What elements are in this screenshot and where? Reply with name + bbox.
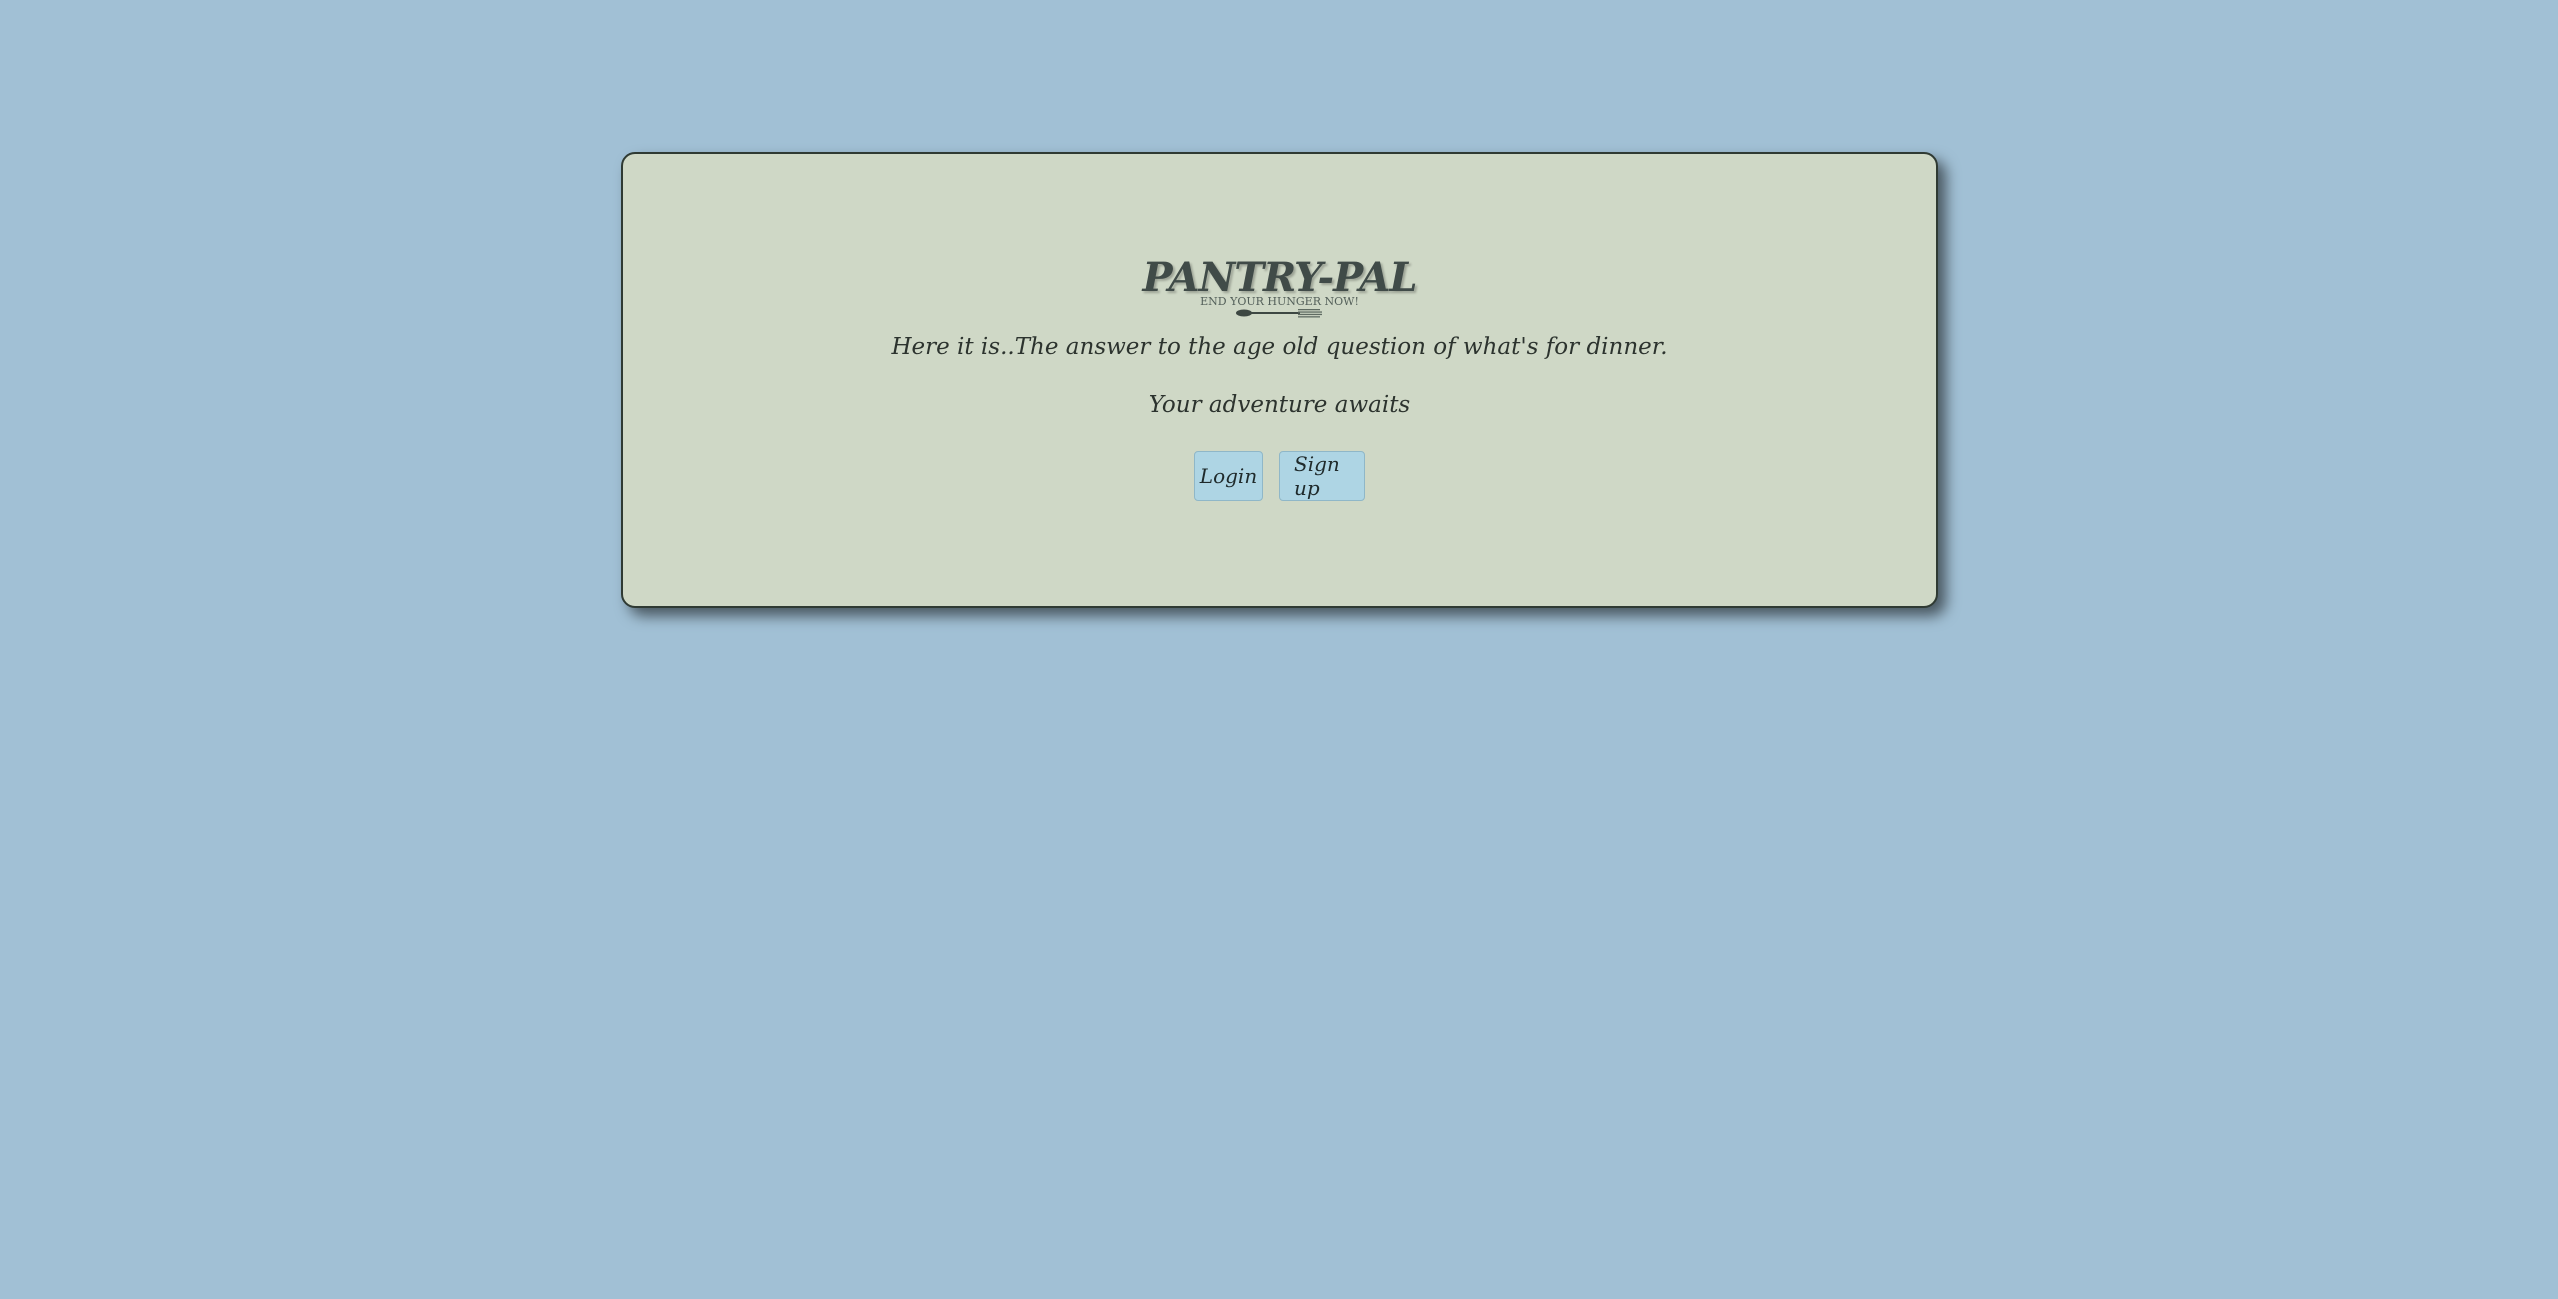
- login-button[interactable]: Login: [1194, 451, 1263, 501]
- welcome-card: PANTRY-PAL END YOUR HUNGER NOW! Here it …: [621, 152, 1938, 608]
- fork-icon: [1235, 309, 1322, 318]
- auth-buttons: Login Sign up: [623, 451, 1936, 501]
- logo: PANTRY-PAL END YOUR HUNGER NOW!: [623, 258, 1936, 318]
- sign-up-button[interactable]: Sign up: [1279, 451, 1365, 501]
- logo-title: PANTRY-PAL: [1142, 254, 1417, 301]
- intro-text: Here it is..The answer to the age old qu…: [891, 334, 1668, 360]
- logo-tagline: END YOUR HUNGER NOW!: [1200, 295, 1359, 308]
- adventure-text: Your adventure awaits: [1148, 392, 1411, 418]
